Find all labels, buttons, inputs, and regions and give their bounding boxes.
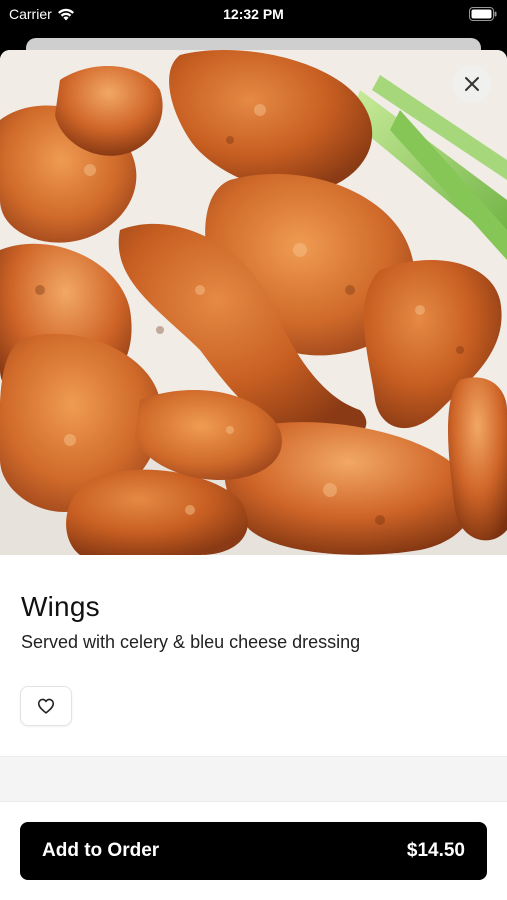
- heart-outline-icon: [37, 698, 55, 714]
- item-name: Wings: [21, 591, 100, 622]
- status-bar: Carrier 12:32 PM: [0, 0, 507, 32]
- status-time: 12:32 PM: [223, 6, 284, 22]
- item-price: $14.50: [406, 840, 465, 861]
- item-detail-sheet: Wings Served with celery & bleu cheese d…: [0, 50, 507, 900]
- favorite-button[interactable]: [20, 686, 72, 726]
- add-to-order-label: Add to Order: [42, 840, 160, 861]
- item-description: Served with celery & bleu cheese dressin…: [21, 632, 361, 652]
- section-divider: [0, 756, 507, 802]
- add-to-order-button[interactable]: Add to Order $14.50: [20, 822, 487, 880]
- close-icon: [465, 77, 479, 91]
- battery-icon: [469, 7, 497, 21]
- item-photo: [0, 50, 507, 555]
- bottom-action-bar: Add to Order $14.50: [0, 802, 507, 900]
- close-button[interactable]: [453, 65, 491, 103]
